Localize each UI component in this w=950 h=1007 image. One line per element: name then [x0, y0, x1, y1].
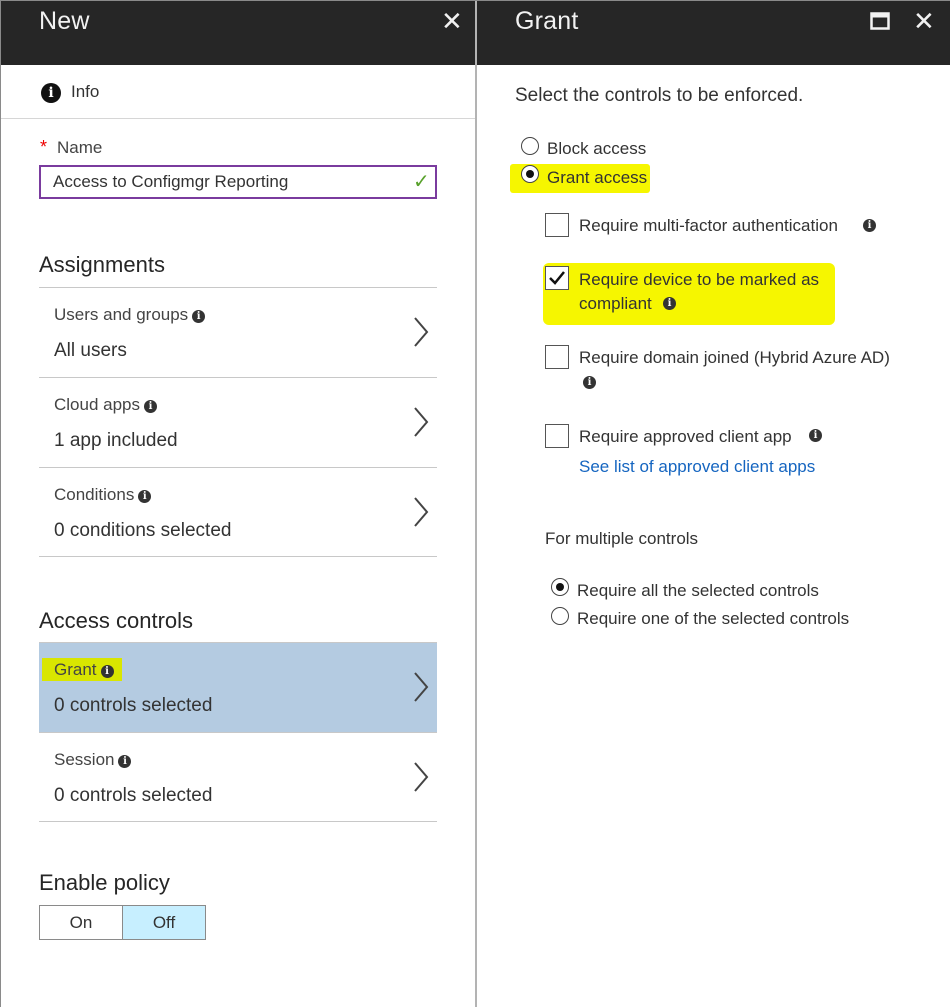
grant-access-label[interactable]: Grant access [547, 168, 647, 188]
info-icon[interactable]: i [192, 310, 206, 323]
approved-app-checkbox[interactable] [545, 424, 569, 448]
info-icon[interactable]: i [144, 400, 158, 413]
info-label[interactable]: Info [71, 82, 99, 102]
require-all-label[interactable]: Require all the selected controls [577, 581, 819, 601]
nav-item-value: All users [54, 340, 127, 361]
domain-joined-checkbox[interactable] [545, 345, 569, 369]
chevron-right-icon [414, 762, 429, 792]
chevron-right-icon [414, 497, 429, 527]
close-icon[interactable]: ✕ [913, 7, 935, 35]
close-icon[interactable]: ✕ [441, 7, 463, 35]
portal-frame: New ✕ i Info * Name Access to Configmgr … [0, 0, 950, 1007]
name-input[interactable]: Access to Configmgr Reporting [39, 165, 437, 199]
enable-policy-heading: Enable policy [39, 870, 170, 895]
info-icon[interactable]: i [863, 219, 876, 232]
require-all-radio[interactable] [551, 578, 569, 596]
nav-title-text: Grant [54, 660, 97, 679]
chevron-right-icon [414, 317, 429, 347]
grant-blade: Grant ✕ Select the controls to be enforc… [477, 1, 950, 1007]
compliant-label-line2[interactable]: compliant [579, 294, 652, 314]
nav-item-title: Cloud apps i [54, 395, 158, 415]
blade-title: New [39, 7, 90, 35]
nav-title-text: Cloud apps [54, 395, 141, 414]
nav-title-text: Conditions [54, 485, 135, 504]
access-controls-heading: Access controls [39, 608, 194, 633]
toggle-on[interactable]: On [40, 906, 122, 939]
name-label: Name [57, 138, 103, 157]
instruction-text: Select the controls to be enforced. [515, 85, 804, 106]
nav-item-value: 0 controls selected [54, 695, 213, 716]
chevron-right-icon [414, 672, 429, 702]
enable-policy-toggle[interactable]: On Off [39, 905, 206, 940]
checkmark-icon [549, 271, 565, 285]
info-icon[interactable]: i [663, 297, 676, 310]
compliant-checkbox[interactable] [545, 266, 569, 290]
mfa-label[interactable]: Require multi-factor authentication [579, 216, 838, 236]
info-icon[interactable]: i [583, 376, 596, 389]
nav-item-value: 0 conditions selected [54, 520, 232, 541]
chevron-right-icon [414, 407, 429, 437]
new-policy-blade: New ✕ i Info * Name Access to Configmgr … [1, 1, 477, 1007]
grant-access-radio[interactable] [521, 165, 539, 183]
block-access-label[interactable]: Block access [547, 139, 646, 159]
assignments-heading: Assignments [39, 252, 165, 277]
nav-item-title: Session i [54, 750, 132, 770]
blade-header: New ✕ [1, 1, 475, 65]
nav-item-title: Conditions i [54, 485, 152, 505]
blade-title: Grant [515, 7, 579, 35]
nav-item-session[interactable]: Session i 0 controls selected [39, 732, 437, 822]
approved-apps-link[interactable]: See list of approved client apps [579, 457, 815, 477]
nav-item-conditions[interactable]: Conditions i 0 conditions selected [39, 467, 437, 557]
info-icon[interactable]: i [138, 490, 152, 503]
nav-title-text: Session [54, 750, 115, 769]
compliant-label-line1[interactable]: Require device to be marked as [579, 270, 819, 290]
nav-item-title: Users and groups i [54, 305, 206, 325]
grant-highlight: Grant i [42, 658, 122, 681]
info-icon[interactable]: i [118, 755, 132, 768]
info-icon[interactable]: i [809, 429, 822, 442]
required-marker: * [40, 137, 48, 157]
require-one-radio[interactable] [551, 607, 569, 625]
domain-joined-label[interactable]: Require domain joined (Hybrid Azure AD) [579, 348, 890, 368]
nav-item-cloud-apps[interactable]: Cloud apps i 1 app included [39, 377, 437, 467]
mfa-checkbox[interactable] [545, 213, 569, 237]
maximize-icon[interactable] [870, 12, 890, 30]
approved-app-label[interactable]: Require approved client app [579, 427, 792, 447]
info-icon: i [41, 83, 61, 103]
require-one-label[interactable]: Require one of the selected controls [577, 609, 849, 629]
nav-item-value: 1 app included [54, 430, 178, 451]
nav-item-grant[interactable]: Grant i 0 controls selected [39, 642, 437, 732]
nav-title-text: Users and groups [54, 305, 189, 324]
info-icon[interactable]: i [100, 665, 114, 678]
valid-check-icon: ✓ [413, 171, 430, 193]
nav-item-value: 0 controls selected [54, 785, 213, 806]
multiple-controls-heading: For multiple controls [545, 529, 699, 548]
nav-item-title: Grant i [42, 658, 122, 681]
nav-item-users-and-groups[interactable]: Users and groups i All users [39, 287, 437, 377]
blade-header: Grant ✕ [477, 1, 950, 65]
block-access-radio[interactable] [521, 137, 539, 155]
toggle-off[interactable]: Off [122, 906, 205, 939]
